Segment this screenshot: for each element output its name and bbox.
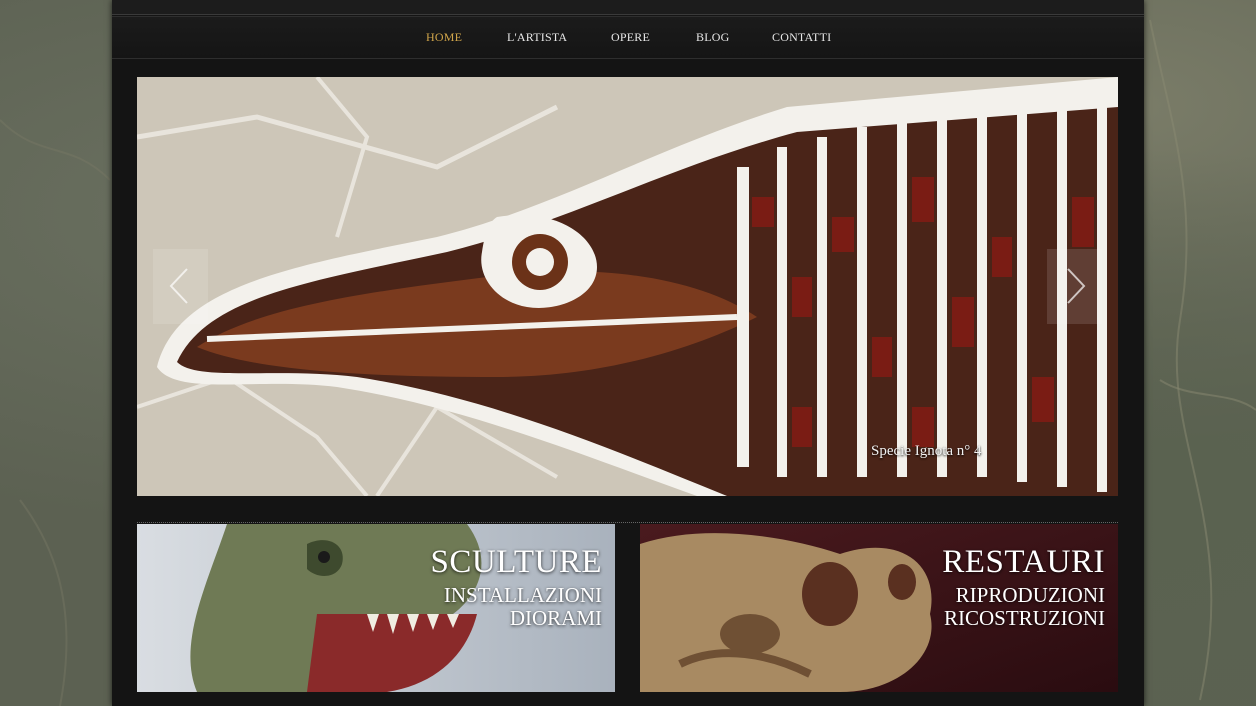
page-container: HOME L'ARTISTA OPERE BLOG CONTATTI Speci…: [112, 0, 1144, 706]
slider-next-button[interactable]: [1047, 249, 1102, 324]
main-nav: HOME L'ARTISTA OPERE BLOG CONTATTI: [112, 16, 1144, 59]
divider: [137, 522, 1118, 523]
top-bar: [112, 0, 1144, 15]
banner-title: RESTAURI: [942, 544, 1105, 580]
banner-subtitle-1: RIPRODUZIONI: [955, 583, 1105, 607]
nav-blog[interactable]: BLOG: [696, 30, 729, 45]
banner-restauri[interactable]: RESTAURI RIPRODUZIONI RICOSTRUZIONI: [640, 524, 1118, 692]
slider-prev-button[interactable]: [153, 249, 208, 324]
banner-subtitle-2: DIORAMI: [509, 606, 602, 630]
nav-opere[interactable]: OPERE: [611, 30, 650, 45]
banner-subtitle-2: RICOSTRUZIONI: [944, 606, 1105, 630]
banner-title: SCULTURE: [430, 544, 602, 580]
chevron-right-icon: [1067, 268, 1086, 304]
nav-contatti[interactable]: CONTATTI: [772, 30, 831, 45]
banner-subtitle-1: INSTALLAZIONI: [443, 583, 602, 607]
chevron-left-icon: [169, 268, 188, 304]
nav-artista[interactable]: L'ARTISTA: [507, 30, 567, 45]
hero-slider[interactable]: Specie Ignota n° 4: [137, 77, 1118, 496]
nav-home[interactable]: HOME: [426, 30, 462, 45]
fossil-artwork-image: [137, 77, 1118, 496]
slide-caption: Specie Ignota n° 4: [871, 443, 982, 459]
banner-sculture[interactable]: SCULTURE INSTALLAZIONI DIORAMI: [137, 524, 615, 692]
